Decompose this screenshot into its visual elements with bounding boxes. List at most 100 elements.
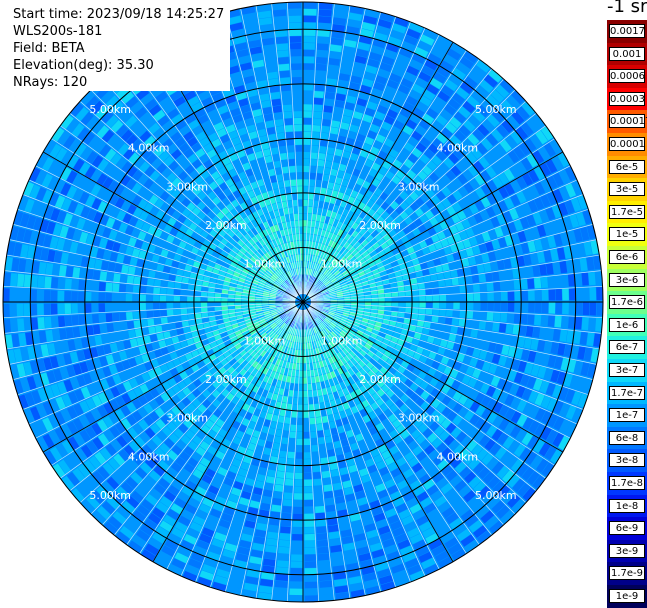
range-bin bbox=[325, 498, 335, 506]
range-bin bbox=[501, 302, 508, 311]
range-bin bbox=[292, 411, 297, 418]
range-bin bbox=[440, 302, 447, 308]
range-bin bbox=[174, 316, 181, 322]
range-bin bbox=[307, 227, 311, 234]
range-bin bbox=[273, 9, 286, 16]
range-bin bbox=[279, 540, 290, 547]
range-bin bbox=[425, 315, 432, 321]
range-bin bbox=[304, 432, 310, 439]
range-bin bbox=[303, 152, 310, 159]
range-bin bbox=[201, 297, 208, 302]
range-bin bbox=[127, 321, 134, 330]
range-bin bbox=[289, 588, 302, 595]
range-bin bbox=[126, 303, 133, 311]
range-bin bbox=[305, 568, 317, 575]
range-bin bbox=[304, 500, 313, 507]
ppi-plot: 1.00km1.00km1.00km1.00km2.00km2.00km2.00… bbox=[0, 0, 647, 607]
range-bin bbox=[85, 292, 92, 302]
range-bin bbox=[51, 316, 58, 328]
range-bin bbox=[304, 514, 314, 521]
range-bin bbox=[100, 324, 108, 334]
range-bin bbox=[133, 312, 140, 320]
range-bin bbox=[299, 384, 303, 391]
range-bin bbox=[303, 111, 311, 118]
range-bin bbox=[119, 303, 126, 311]
range-bin bbox=[242, 299, 248, 302]
range-bin bbox=[284, 424, 290, 431]
range-bin bbox=[292, 404, 297, 411]
range-bin bbox=[297, 186, 302, 193]
range-bin bbox=[72, 279, 79, 290]
range-bin bbox=[304, 391, 308, 398]
range-bin bbox=[312, 132, 320, 139]
range-bin bbox=[314, 486, 323, 493]
range-bin bbox=[160, 303, 167, 309]
range-bin bbox=[279, 71, 290, 78]
range-bin bbox=[534, 315, 541, 326]
range-bin bbox=[327, 72, 338, 80]
range-bin bbox=[297, 418, 302, 425]
range-bin bbox=[313, 465, 321, 472]
range-bin bbox=[44, 290, 51, 302]
range-bin bbox=[293, 514, 303, 521]
range-bin bbox=[290, 431, 296, 438]
range-bin bbox=[303, 125, 311, 132]
range-bin bbox=[322, 119, 331, 126]
range-bin bbox=[313, 105, 322, 112]
range-bin bbox=[277, 50, 289, 57]
range-bin bbox=[139, 294, 146, 301]
range-bin bbox=[167, 289, 174, 295]
range-bin bbox=[51, 277, 58, 289]
range-bin bbox=[201, 303, 208, 308]
range-bin bbox=[318, 437, 325, 444]
range-bin bbox=[293, 111, 302, 118]
range-bin bbox=[267, 532, 278, 540]
range-bin bbox=[323, 105, 332, 112]
range-bin bbox=[112, 293, 119, 301]
range-bin bbox=[300, 364, 303, 370]
range-bin bbox=[304, 36, 316, 43]
range-bin bbox=[93, 325, 101, 335]
range-bin bbox=[214, 293, 221, 297]
range-bin bbox=[294, 493, 303, 500]
range-bin bbox=[304, 405, 309, 412]
range-bin bbox=[17, 304, 24, 317]
range-bin bbox=[37, 290, 44, 302]
range-bin bbox=[148, 270, 156, 278]
range-bin bbox=[276, 126, 285, 133]
range-bin bbox=[303, 227, 306, 233]
range-bin bbox=[323, 478, 332, 485]
range-bin bbox=[308, 207, 313, 214]
range-bin bbox=[303, 200, 308, 207]
range-bin bbox=[291, 57, 302, 64]
range-bin bbox=[180, 309, 187, 315]
range-bin bbox=[312, 458, 320, 465]
range-bin bbox=[303, 97, 312, 104]
range-bin bbox=[296, 452, 303, 459]
range-bin bbox=[515, 302, 522, 312]
range-bin bbox=[71, 303, 78, 313]
range-bin bbox=[300, 357, 303, 363]
range-bin bbox=[315, 71, 326, 78]
range-bin bbox=[289, 29, 301, 36]
range-bin bbox=[187, 308, 194, 314]
range-bin bbox=[167, 316, 174, 323]
range-bin bbox=[358, 302, 364, 305]
range-bin bbox=[372, 302, 378, 305]
range-bin bbox=[271, 99, 281, 107]
range-bin bbox=[106, 313, 113, 322]
range-bin bbox=[297, 432, 303, 439]
range-bin bbox=[292, 193, 297, 200]
range-bin bbox=[271, 505, 281, 513]
range-bin bbox=[304, 425, 310, 432]
range-bin bbox=[304, 493, 313, 500]
range-bin bbox=[309, 193, 314, 200]
range-bin bbox=[66, 266, 74, 277]
range-bin bbox=[311, 152, 318, 159]
range-bin bbox=[542, 302, 549, 313]
range-bin bbox=[303, 377, 307, 384]
range-bin bbox=[10, 273, 17, 286]
range-bin bbox=[327, 449, 335, 457]
range-bin bbox=[295, 459, 302, 466]
range-bin bbox=[460, 302, 467, 309]
